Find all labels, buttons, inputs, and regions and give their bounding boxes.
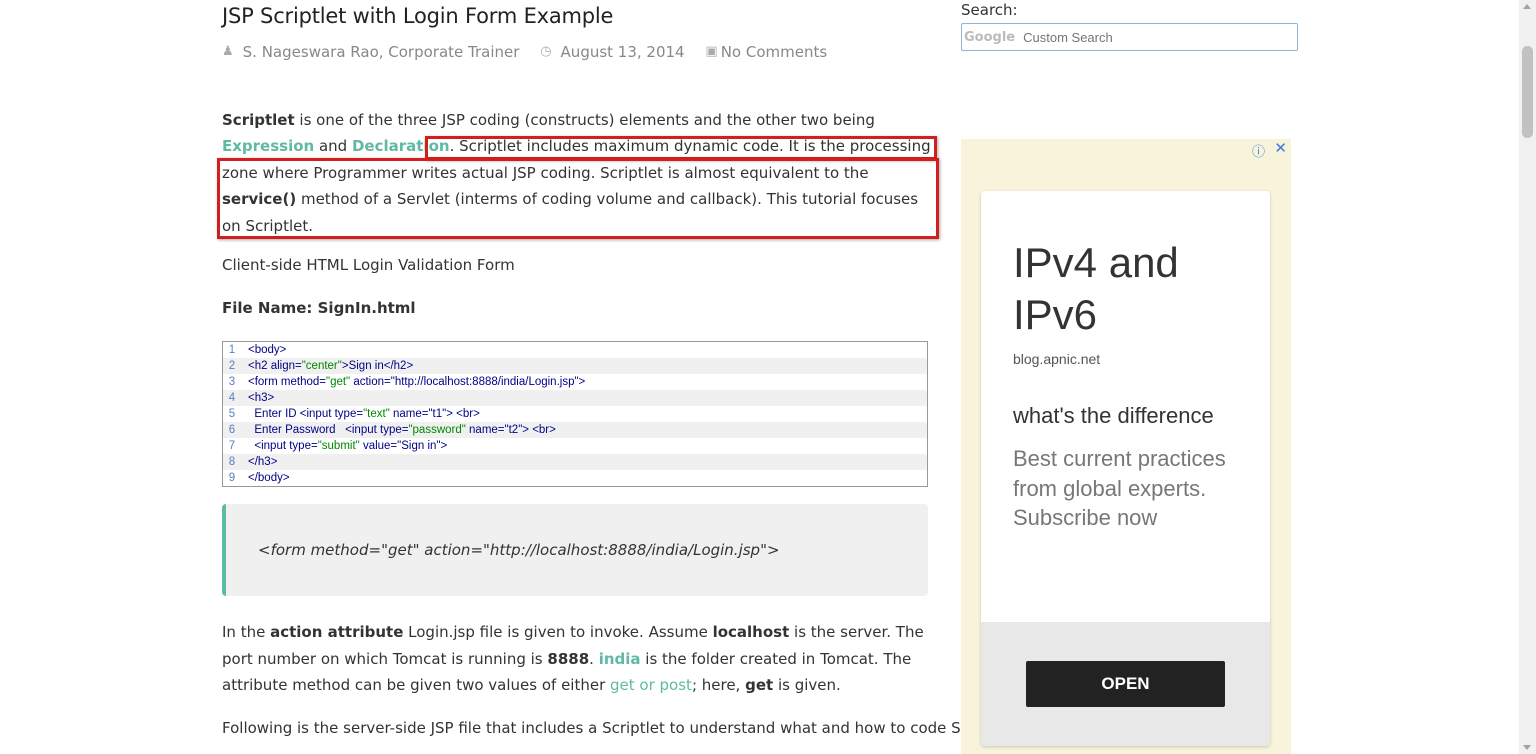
comments-meta: ▣ No Comments	[705, 43, 827, 61]
line-number: 6	[228, 424, 236, 436]
expression-link[interactable]: Expression	[222, 137, 314, 155]
action-paragraph: In the action attribute Login.jsp file i…	[222, 623, 924, 694]
page-scrollbar[interactable]	[1519, 0, 1536, 754]
ad-subheadline[interactable]: what's the difference	[1013, 403, 1214, 429]
date-meta: ◷ August 13, 2014	[540, 43, 684, 61]
search-input[interactable]	[1023, 29, 1274, 45]
blockquote-text: <form method="get" action="http://localh…	[258, 541, 780, 559]
search-box[interactable]: Google	[961, 23, 1298, 51]
ad-close-icon[interactable]: ✕	[1274, 139, 1287, 157]
ad-headline[interactable]: IPv4 and IPv6	[1013, 237, 1270, 341]
blockquote: <form method="get" action="http://localh…	[222, 504, 928, 596]
code-line: 3 <form method="get" action="http://local…	[223, 374, 927, 390]
line-number: 8	[228, 456, 236, 468]
code-line: 5 Enter ID <input type="text" name="t1">…	[223, 406, 927, 422]
bold-term: Scriptlet	[222, 111, 295, 129]
code-line: 8 </h3>	[223, 454, 927, 470]
line-number: 1	[228, 344, 236, 356]
line-number: 9	[228, 472, 236, 484]
user-icon: ♟	[222, 44, 234, 59]
google-logo: Google	[964, 29, 1016, 45]
author-name[interactable]: S. Nageswara Rao, Corporate Trainer	[243, 43, 520, 61]
scroll-down-arrow-icon[interactable]	[1523, 745, 1531, 750]
clock-icon: ◷	[540, 44, 552, 59]
ad-card[interactable]: IPv4 and IPv6 blog.apnic.net what's the …	[981, 191, 1270, 746]
ad-domain[interactable]: blog.apnic.net	[1013, 351, 1100, 367]
code-line: 9 </body>	[223, 470, 927, 486]
line-number: 7	[228, 440, 236, 452]
comments-link[interactable]: No Comments	[721, 43, 827, 61]
file-name-label: File Name: SignIn.html	[222, 299, 416, 317]
article-meta: ♟ S. Nageswara Rao, Corporate Trainer ◷ …	[222, 41, 843, 61]
code-line: 2 <h2 align="center">Sign in</h2>	[223, 358, 927, 374]
advertisement[interactable]: ⓘ ✕ IPv4 and IPv6 blog.apnic.net what's …	[961, 139, 1291, 754]
line-number: 3	[228, 376, 236, 388]
ad-open-button[interactable]: OPEN	[1026, 661, 1225, 707]
highlight-box-top	[425, 136, 937, 160]
line-number: 4	[228, 392, 236, 404]
scrollbar-thumb[interactable]	[1522, 46, 1533, 138]
ad-footer: OPEN	[981, 622, 1270, 746]
search-label: Search:	[961, 1, 1018, 19]
scroll-up-arrow-icon[interactable]	[1523, 4, 1531, 9]
highlight-box-bottom	[217, 158, 939, 239]
comments-icon: ▣	[705, 44, 718, 59]
code-line: 7 <input type="submit" value="Sign in">	[223, 438, 927, 454]
section-subheading: Client-side HTML Login Validation Form	[222, 256, 515, 274]
line-number: 5	[228, 408, 236, 420]
following-paragraph: Following is the server-side JSP file th…	[222, 719, 1019, 737]
india-link[interactable]: india	[599, 650, 641, 668]
code-line: 1 <body>	[223, 342, 927, 358]
line-number: 2	[228, 360, 236, 372]
get-or-post-link[interactable]: get or post	[610, 676, 692, 694]
author-meta: ♟ S. Nageswara Rao, Corporate Trainer	[222, 43, 519, 61]
code-block: 1 <body> 2 <h2 align="center">Sign in</h2>…	[222, 341, 928, 487]
article-title: JSP Scriptlet with Login Form Example	[222, 4, 614, 28]
code-line: 4 <h3>	[223, 390, 927, 406]
code-line: 6 Enter Password <input type="password" …	[223, 422, 927, 438]
post-date[interactable]: August 13, 2014	[561, 43, 685, 61]
ad-body-text[interactable]: Best current practices from global exper…	[1013, 444, 1243, 533]
ad-info-icon[interactable]: ⓘ	[1252, 141, 1265, 160]
